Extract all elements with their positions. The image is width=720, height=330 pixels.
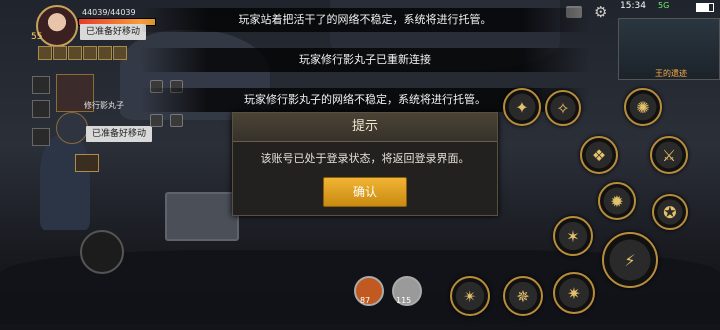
attack-button[interactable]: ⚡ xyxy=(602,232,658,288)
movement-joystick[interactable] xyxy=(80,230,124,274)
skill-button[interactable]: ✪ xyxy=(652,194,688,230)
mp-potion-count: 115 xyxy=(396,296,412,305)
skill-button[interactable]: ❖ xyxy=(580,136,618,174)
voice-icon-2[interactable] xyxy=(150,114,163,127)
skill-button[interactable]: ✺ xyxy=(624,88,662,126)
player-hp-text: 44039/44039 xyxy=(82,8,136,17)
player-level: 55 xyxy=(31,32,43,42)
system-notice: 玩家站着把活干了的网络不稳定，系统将进行托管。 xyxy=(140,8,590,32)
buff-icon xyxy=(98,46,112,60)
buff-row xyxy=(38,46,127,60)
sword-icon[interactable] xyxy=(32,128,50,146)
dialog-title: 提示 xyxy=(233,113,497,142)
confirm-button[interactable]: 确认 xyxy=(323,177,407,207)
member-icon[interactable] xyxy=(32,100,50,118)
network-indicator: 5G xyxy=(658,1,670,10)
prompt-dialog: 提示 该账号已处于登录状态，将返回登录界面。 确认 xyxy=(232,112,498,216)
clock: 15:34 xyxy=(620,1,646,11)
location-label: 王的遗迹 xyxy=(655,69,687,78)
gear-icon[interactable]: ⚙ xyxy=(594,3,607,21)
buff-icon xyxy=(38,46,52,60)
skill-button[interactable]: ✴ xyxy=(450,276,490,316)
system-notice: 玩家修行影丸子已重新连接 xyxy=(140,48,590,72)
speaker-icon-2[interactable] xyxy=(170,114,183,127)
buff-icon xyxy=(68,46,82,60)
buff-icon xyxy=(113,46,127,60)
party-member-name: 修行影丸子 xyxy=(84,101,124,110)
hp-potion-count: 87 xyxy=(360,296,371,305)
buff-icon xyxy=(83,46,97,60)
quest-icon[interactable] xyxy=(75,154,99,172)
party-ready-status: 已准备好移动 xyxy=(86,126,153,142)
skill-button[interactable]: ✹ xyxy=(598,182,636,220)
skill-button[interactable]: ✦ xyxy=(503,88,541,126)
buff-icon xyxy=(53,46,67,60)
team-icon[interactable] xyxy=(32,76,50,94)
skill-button[interactable]: ⚔ xyxy=(650,136,688,174)
party-member-avatar-2[interactable] xyxy=(56,112,88,144)
skill-button[interactable]: ✧ xyxy=(545,90,581,126)
skill-button[interactable]: ✶ xyxy=(553,216,593,256)
stone-tomb xyxy=(165,192,239,241)
skill-button[interactable]: ✵ xyxy=(503,276,543,316)
battery-icon xyxy=(696,3,714,12)
character-sprite xyxy=(40,135,90,230)
player-ready-status: 已准备好移动 xyxy=(80,24,147,40)
skill-button[interactable]: ✷ xyxy=(553,272,595,314)
dialog-message: 该账号已处于登录状态，将返回登录界面。 xyxy=(260,152,470,165)
